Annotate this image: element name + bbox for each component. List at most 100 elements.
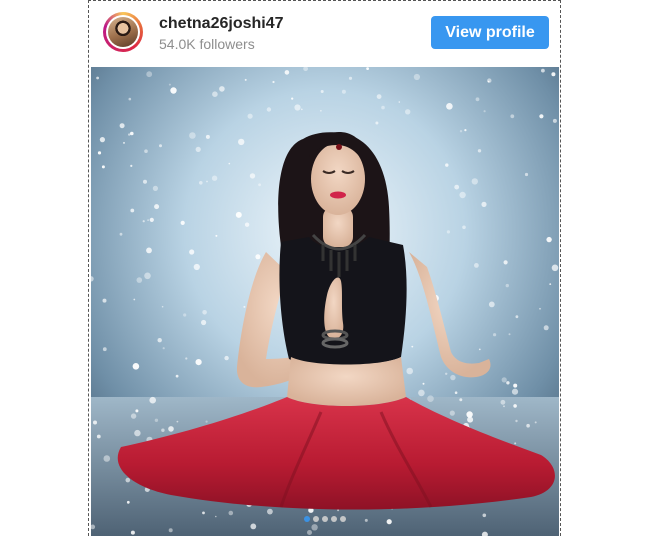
bokeh-dot [376,94,382,99]
bokeh-dot [235,211,242,218]
carousel-dot[interactable] [322,516,328,522]
bokeh-dot [551,264,559,272]
bokeh-dot [157,338,162,343]
bokeh-dot [541,68,545,73]
bokeh-dot [249,173,256,179]
bokeh-dot [366,67,369,70]
bokeh-dot [413,73,420,81]
bokeh-dot [543,325,549,331]
bokeh-dot [487,80,490,83]
bokeh-dot [154,418,159,422]
bokeh-dot [161,305,164,308]
bokeh-dot [375,121,379,125]
profile-avatar[interactable] [103,12,143,52]
bokeh-dot [130,413,137,419]
bokeh-dot [449,410,455,416]
bokeh-dot [500,399,506,405]
bokeh-dot [244,222,250,227]
carousel-dot[interactable] [331,516,337,522]
bokeh-dot [475,97,480,102]
face [311,143,365,215]
bokeh-dot [466,411,473,418]
bokeh-dot [176,420,179,423]
bokeh-dot [212,91,218,97]
bokeh-dot [130,208,135,213]
bokeh-dot [205,134,210,139]
bokeh-dot [446,103,453,110]
lips [330,191,346,199]
bokeh-dot [255,254,261,260]
bokeh-dot [215,515,217,518]
bokeh-dot [272,80,275,84]
bokeh-dot [206,180,208,183]
bokeh-dot [250,523,257,530]
avatar-ring [106,15,140,49]
bokeh-dot [205,420,208,423]
bokeh-dot [136,277,143,283]
bokeh-dot [446,230,450,234]
bokeh-dot [96,434,101,439]
bokeh-dot [471,178,478,185]
bokeh-dot [341,89,346,94]
bokeh-dot [224,355,229,361]
bokeh-dot [149,217,154,222]
bokeh-dot [462,225,466,230]
bokeh-dot [144,149,148,153]
bokeh-dot [267,508,273,515]
bokeh-dot [102,347,107,352]
bokeh-dot [180,220,185,225]
post-header: chetna26joshi47 54.0K followers View pro… [89,1,560,65]
bokeh-dot [539,114,544,119]
bokeh-dot [161,428,165,432]
bokeh-dot [93,420,97,425]
carousel-dot[interactable] [313,516,319,522]
bokeh-dot [291,97,294,100]
carousel-dot[interactable] [340,516,346,522]
bokeh-dot [102,298,107,303]
bokeh-dot [552,118,557,123]
bokeh-dot [503,260,508,265]
bokeh-dot [515,419,518,423]
bokeh-dot [195,359,202,366]
bokeh-dot [515,315,519,319]
bokeh-dot [101,165,105,169]
bokeh-dot [427,395,434,403]
bokeh-dot [168,83,171,86]
bokeh-dot [189,132,196,139]
bokeh-dot [514,442,517,445]
view-profile-button[interactable]: View profile [431,16,549,49]
bokeh-dot [244,78,247,81]
bokeh-dot [501,377,507,383]
bokeh-dot [146,71,153,78]
bokeh-dot [247,113,253,119]
bokeh-dot [126,500,130,504]
bokeh-dot [183,313,187,317]
post-image[interactable] [91,67,559,536]
follower-count: 54.0K followers [159,36,255,52]
bokeh-dot [493,333,497,337]
bokeh-dot [195,146,201,152]
bokeh-dot [459,398,463,402]
bokeh-dot [132,363,140,370]
bokeh-dot [144,272,151,280]
username[interactable]: chetna26joshi47 [159,15,284,33]
bokeh-dot [189,249,195,255]
bokeh-dot [445,163,449,167]
bokeh-dot [474,263,479,268]
bokeh-dot [185,357,188,360]
bokeh-dot [119,123,125,129]
bokeh-dot [168,528,173,533]
bokeh-dot [478,348,481,351]
bokeh-dot [513,383,518,388]
bokeh-dot [386,519,392,525]
bokeh-dot [142,220,145,223]
instagram-embed: chetna26joshi47 54.0K followers View pro… [88,0,561,536]
bokeh-dot [381,105,385,110]
bokeh-dot [228,510,234,516]
bokeh-dot [228,162,231,165]
carousel-dot[interactable] [304,516,310,522]
bokeh-dot [243,305,246,308]
bokeh-dot [130,131,134,136]
bokeh-dot [539,307,541,310]
bokeh-dot [464,129,467,132]
